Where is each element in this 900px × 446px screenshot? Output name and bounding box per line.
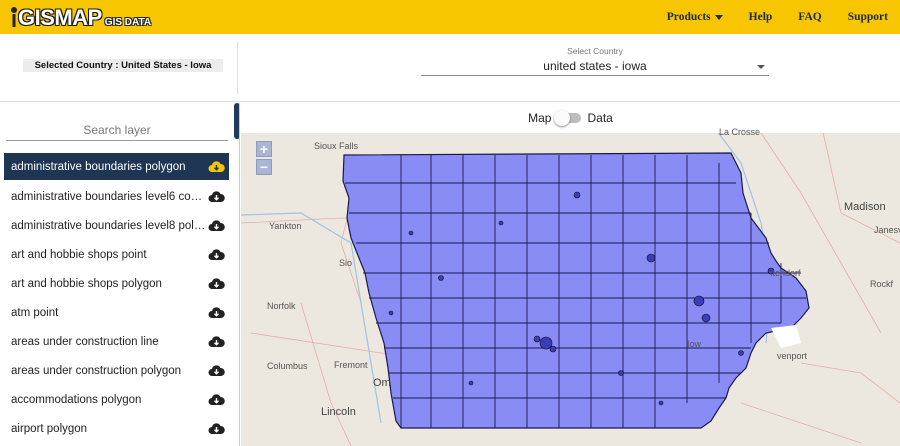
- sidebar-scrollbar[interactable]: [234, 103, 239, 139]
- layer-item-label: accommodations polygon: [11, 393, 142, 406]
- city-label: ttendorf: [770, 268, 801, 278]
- top-navbar: GISMAP GIS DATA Products Help FAQ Suppor…: [0, 0, 900, 34]
- map-canvas[interactable]: [241, 103, 900, 446]
- layer-item[interactable]: airport polygon: [4, 414, 229, 443]
- layer-item-label: areas under construction line: [11, 335, 159, 348]
- city-label: Iow: [687, 339, 702, 349]
- layer-item[interactable]: administrative boundaries polygon: [4, 153, 229, 180]
- cloud-download-icon[interactable]: [208, 219, 225, 232]
- layer-item[interactable]: art and hobbie shops point: [4, 240, 229, 269]
- nav-support-label: Support: [847, 11, 888, 23]
- layer-item-label: art and hobbie shops polygon: [11, 277, 162, 290]
- zoom-out-button[interactable]: −: [256, 159, 272, 175]
- city-label: Yankton: [269, 221, 302, 231]
- map-view[interactable]: Map Data + − Sioux Falls La Crosse Madis…: [241, 103, 900, 446]
- nav-products-label: Products: [666, 11, 711, 23]
- city-label: Janesv: [874, 225, 900, 235]
- map-data-toggle-row: Map Data: [241, 103, 900, 133]
- layer-item-label: administrative boundaries polygon: [11, 160, 186, 173]
- layer-item-label: art and hobbie shops point: [11, 248, 147, 261]
- nav-support[interactable]: Support: [848, 11, 888, 23]
- city-label: Sio: [339, 258, 353, 268]
- country-bar-divider: [237, 42, 238, 94]
- country-select[interactable]: Select Country united states - iowa: [421, 44, 769, 76]
- map-pin-icon: [11, 7, 17, 27]
- layer-item[interactable]: art and hobbie shops polygon: [4, 269, 229, 298]
- cloud-download-icon[interactable]: [208, 306, 225, 319]
- city-label: La Crosse: [719, 127, 761, 137]
- cloud-download-icon[interactable]: [208, 277, 225, 290]
- toggle-map-label[interactable]: Map: [528, 111, 551, 125]
- layer-item-label: areas under construction polygon: [11, 364, 182, 377]
- search-layer-input[interactable]: [6, 119, 228, 141]
- selected-country-label: Selected Country : United States - Iowa: [23, 59, 223, 72]
- country-select-caption: Select Country: [567, 46, 623, 56]
- map-data-switch[interactable]: [554, 110, 582, 126]
- layer-item[interactable]: areas under construction line: [4, 327, 229, 356]
- layer-sidebar: administrative boundaries polygon admini…: [0, 103, 240, 446]
- cloud-download-icon[interactable]: [208, 248, 225, 261]
- city-label: Fremont: [334, 360, 368, 370]
- city-label: Om: [373, 377, 391, 389]
- layer-item[interactable]: administrative boundaries level6 countie…: [4, 182, 229, 211]
- chevron-down-icon: [757, 65, 765, 69]
- city-label: venport: [777, 351, 808, 361]
- nav-faq[interactable]: FAQ: [798, 11, 821, 23]
- cloud-download-icon[interactable]: [208, 364, 225, 377]
- layer-item-label: airport polygon: [11, 422, 88, 435]
- caret-down-icon: [714, 14, 723, 20]
- logo-sub-text: GIS DATA: [104, 17, 152, 28]
- nav-faq-label: FAQ: [798, 11, 822, 23]
- layer-item-label: atm point: [11, 306, 59, 319]
- country-select-value: united states - iowa: [543, 59, 647, 73]
- toggle-data-label[interactable]: Data: [587, 111, 612, 125]
- nav-help-label: Help: [748, 11, 773, 23]
- nav-products[interactable]: Products: [667, 11, 723, 23]
- cloud-download-icon[interactable]: [208, 393, 225, 406]
- city-label: Lincoln: [321, 406, 356, 418]
- layer-item[interactable]: areas under construction polygon: [4, 356, 229, 385]
- cloud-download-icon[interactable]: [208, 335, 225, 348]
- layer-list: administrative boundaries polygon admini…: [4, 153, 229, 443]
- city-label: Columbus: [267, 361, 308, 371]
- city-label: Norfolk: [267, 301, 296, 311]
- city-label: Sioux Falls: [314, 141, 359, 151]
- layer-item[interactable]: administrative boundaries level8 polygon: [4, 211, 229, 240]
- zoom-in-button[interactable]: +: [256, 141, 272, 157]
- cloud-download-icon[interactable]: [208, 190, 225, 203]
- layer-item[interactable]: atm point: [4, 298, 229, 327]
- switch-knob: [554, 110, 571, 126]
- cloud-download-icon[interactable]: [208, 422, 225, 435]
- city-label: Rockf: [870, 279, 894, 289]
- gismap-logo[interactable]: GISMAP GIS DATA: [10, 4, 151, 30]
- cloud-download-icon[interactable]: [208, 160, 225, 173]
- layer-item-label: administrative boundaries level6 countie…: [11, 190, 206, 203]
- main-nav: Products Help FAQ Support: [641, 0, 888, 34]
- layer-item-label: administrative boundaries level8 polygon: [11, 219, 206, 232]
- logo-main-text: GISMAP: [18, 5, 102, 30]
- layer-item[interactable]: accommodations polygon: [4, 385, 229, 414]
- country-bar: Selected Country : United States - Iowa …: [0, 34, 900, 102]
- city-label: Madison: [844, 201, 886, 213]
- nav-help[interactable]: Help: [749, 11, 773, 23]
